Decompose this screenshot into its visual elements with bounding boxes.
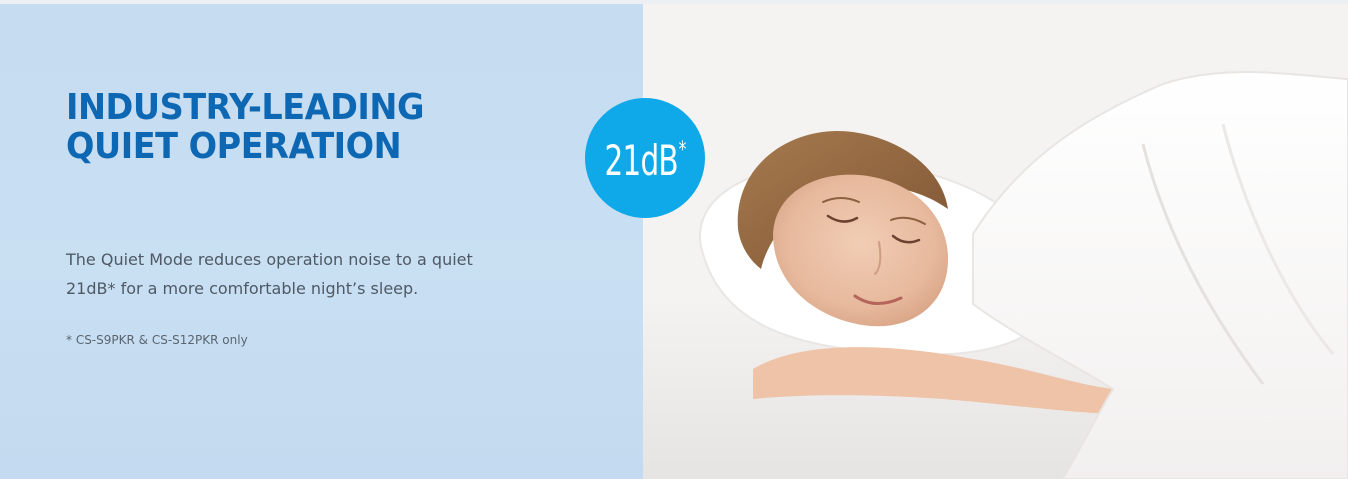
headline-line-2: QUIET OPERATION bbox=[66, 126, 402, 167]
description-line-2: 21dB* for a more comfortable night’s sle… bbox=[66, 279, 419, 298]
model-footnote: * CS-S9PKR & CS-S12PKR only bbox=[66, 333, 248, 347]
feature-headline: INDUSTRY-LEADING QUIET OPERATION bbox=[66, 88, 424, 166]
feature-description: The Quiet Mode reduces operation noise t… bbox=[66, 245, 626, 303]
headline-line-1: INDUSTRY-LEADING bbox=[66, 87, 425, 128]
sleeping-woman-photo bbox=[643, 4, 1348, 479]
noise-level-badge: 21dB * bbox=[585, 98, 705, 218]
description-line-1: The Quiet Mode reduces operation noise t… bbox=[66, 250, 473, 269]
photo-illustration bbox=[643, 4, 1348, 479]
badge-value: 21dB bbox=[604, 136, 678, 185]
badge-asterisk: * bbox=[678, 138, 686, 163]
feature-text-panel bbox=[0, 4, 643, 479]
